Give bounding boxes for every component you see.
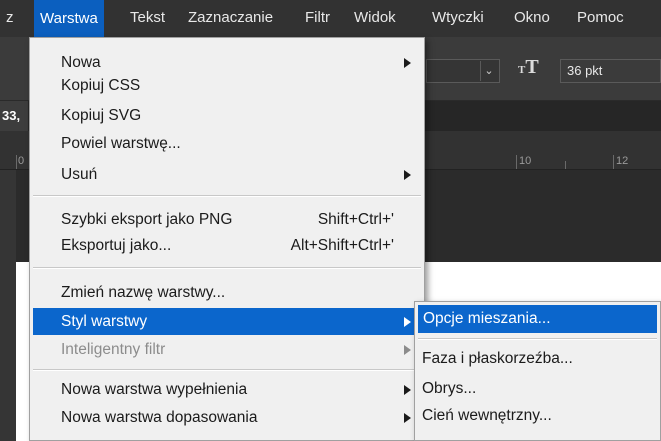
menu-item-usun[interactable]: Usuń <box>30 161 424 188</box>
menu-okno[interactable]: Okno <box>514 9 550 26</box>
menu-item-kopiuj-css[interactable]: Kopiuj CSS <box>30 72 424 99</box>
ruler-label: 0 <box>18 155 25 167</box>
menu-item-label: Zmień nazwę warstwy... <box>61 284 226 301</box>
menu-item-label: Styl warstwy <box>61 313 148 330</box>
font-size-field[interactable]: 36 pkt <box>560 59 661 83</box>
submenu-arrow-icon <box>404 317 411 327</box>
menu-wtyczki[interactable]: Wtyczki <box>432 9 484 26</box>
menu-item-eksportuj-jako[interactable]: Eksportuj jako... Alt+Shift+Ctrl+' <box>30 232 424 259</box>
menu-item-label: Eksportuj jako... <box>61 237 172 254</box>
menu-item-powiel-warstwe[interactable]: Powiel warstwę... <box>30 130 424 157</box>
menu-item-shortcut: Shift+Ctrl+' <box>317 211 394 228</box>
font-style-dropdown[interactable]: ⌄ <box>426 59 500 83</box>
submenu-item-obrys[interactable]: Obrys... <box>415 375 660 403</box>
menu-item-szybki-eksport[interactable]: Szybki eksport jako PNG Shift+Ctrl+' <box>30 206 424 233</box>
menu-item-label: Powiel warstwę... <box>61 135 181 152</box>
submenu-item-label: Cień wewnętrzny... <box>422 407 552 424</box>
menu-item-label: Nowa warstwa wypełnienia <box>61 381 248 398</box>
menu-item-shortcut: Alt+Shift+Ctrl+' <box>290 237 394 254</box>
menu-item-nowa-warstwa-wypelnienia[interactable]: Nowa warstwa wypełnienia <box>30 376 424 403</box>
vertical-ruler <box>0 170 16 441</box>
submenu-item-label: Opcje mieszania... <box>423 310 551 327</box>
submenu-item-opcje-mieszania[interactable]: Opcje mieszania... <box>418 305 657 333</box>
menu-edycja-partial[interactable]: z <box>6 9 14 26</box>
menu-item-label: Inteligentny filtr <box>61 341 166 358</box>
submenu-arrow-icon <box>404 413 411 423</box>
menu-item-styl-warstwy[interactable]: Styl warstwy <box>33 308 421 335</box>
menu-separator <box>33 369 421 371</box>
menu-item-label: Nowa warstwa dopasowania <box>61 409 258 426</box>
submenu-item-label: Obrys... <box>422 380 477 397</box>
text-size-icon: TT <box>518 56 539 78</box>
ruler-label: 12 <box>616 155 629 167</box>
menu-item-label: Kopiuj CSS <box>61 77 141 94</box>
menu-item-kopiuj-svg[interactable]: Kopiuj SVG <box>30 102 424 129</box>
menu-pomoc[interactable]: Pomoc <box>577 9 624 26</box>
menu-widok[interactable]: Widok <box>354 9 396 26</box>
menu-item-label: Kopiuj SVG <box>61 107 142 124</box>
menu-item-zmien-nazwe[interactable]: Zmień nazwę warstwy... <box>30 279 424 306</box>
menu-item-inteligentny-filtr: Inteligentny filtr <box>30 336 424 363</box>
ruler-tick <box>565 161 566 169</box>
ruler-label: 10 <box>519 155 532 167</box>
submenu-arrow-icon <box>404 170 411 180</box>
submenu-arrow-icon <box>404 345 411 355</box>
submenu-item-faza[interactable]: Faza i płaskorzeźba... <box>415 345 660 373</box>
submenu-separator <box>418 338 657 340</box>
submenu-item-label: Faza i płaskorzeźba... <box>422 350 573 367</box>
menu-separator <box>33 267 421 269</box>
ruler-tick <box>16 155 17 169</box>
document-tab[interactable]: 33, <box>0 101 28 131</box>
chevron-down-icon[interactable]: ⌄ <box>480 61 497 81</box>
menu-separator <box>33 195 421 197</box>
menu-filtr[interactable]: Filtr <box>305 9 330 26</box>
layer-style-submenu: Opcje mieszania... Faza i płaskorzeźba..… <box>414 301 661 441</box>
submenu-arrow-icon <box>404 58 411 68</box>
menu-item-label: Szybki eksport jako PNG <box>61 211 233 228</box>
ruler-tick <box>613 155 614 169</box>
ruler-tick <box>516 155 517 169</box>
menu-item-nowa-warstwa-dopasowania[interactable]: Nowa warstwa dopasowania <box>30 404 424 431</box>
layer-menu: Nowa Kopiuj CSS Kopiuj SVG Powiel warstw… <box>29 37 425 441</box>
menu-warstwa[interactable]: Warstwa <box>34 0 104 37</box>
menu-item-label: Usuń <box>61 166 98 183</box>
submenu-arrow-icon <box>404 385 411 395</box>
menu-tekst[interactable]: Tekst <box>130 9 165 26</box>
menu-zaznaczanie[interactable]: Zaznaczanie <box>188 9 273 26</box>
submenu-item-cien-wewnetrzny[interactable]: Cień wewnętrzny... <box>415 402 660 430</box>
menu-bar: z Warstwa Tekst Zaznaczanie Filtr Widok … <box>0 0 661 37</box>
